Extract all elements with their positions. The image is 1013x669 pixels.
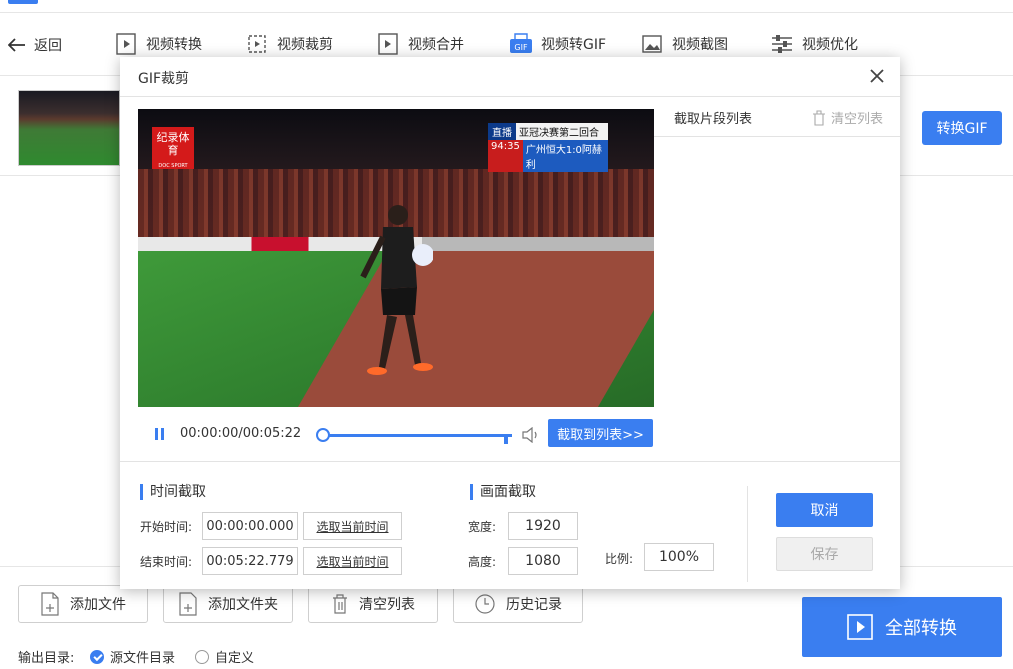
radio-source-dir[interactable]: 源文件目录 xyxy=(90,647,175,666)
pick-end-time-button[interactable]: 选取当前时间 xyxy=(303,547,402,575)
tab-label: 视频转GIF xyxy=(541,37,607,53)
end-time-field[interactable]: 00:05:22.779 xyxy=(202,547,298,575)
convert-all-label: 全部转换 xyxy=(885,618,957,638)
save-button[interactable]: 保存 xyxy=(776,537,873,571)
range-end-handle[interactable] xyxy=(504,434,508,444)
playhead-knob[interactable] xyxy=(316,428,330,442)
tab-label: 视频合并 xyxy=(408,37,464,53)
tab-label: 视频截图 xyxy=(672,37,728,53)
segment-list-header: 截取片段列表 清空列表 xyxy=(654,97,900,137)
tab-video-screenshot[interactable]: 视频截图 xyxy=(640,31,728,57)
close-icon[interactable] xyxy=(868,67,886,85)
dialog-header: GIF裁剪 xyxy=(120,57,900,97)
frame-section-title: 画面截取 xyxy=(470,484,536,500)
add-file-icon xyxy=(41,592,59,616)
dialog-title: GIF裁剪 xyxy=(138,71,190,87)
tab-video-optimize[interactable]: 视频优化 xyxy=(770,31,858,57)
screenshot-icon xyxy=(642,35,662,53)
output-dir-label: 输出目录: xyxy=(18,651,75,666)
clip-to-list-button[interactable]: 截取到列表>> xyxy=(548,419,653,447)
radio-custom-dir[interactable]: 自定义 xyxy=(195,647,254,666)
cancel-button[interactable]: 取消 xyxy=(776,493,873,527)
width-field[interactable]: 1920 xyxy=(508,512,578,540)
tab-video-convert[interactable]: 视频转换 xyxy=(114,31,202,57)
window-accent xyxy=(8,0,38,4)
video-crop-icon xyxy=(248,35,266,53)
height-label: 高度: xyxy=(468,555,497,569)
convert-gif-button[interactable]: 转换GIF xyxy=(922,111,1002,145)
player-figure xyxy=(360,205,433,375)
score-overlay: 直播 亚冠决赛第二回合 94:35 广州恒大1:0阿赫利 xyxy=(488,123,608,172)
height-field[interactable]: 1080 xyxy=(508,547,578,575)
timecode: 00:00:00/00:05:22 xyxy=(180,426,302,441)
add-file-button[interactable]: 添加文件 xyxy=(18,585,148,623)
pause-icon[interactable] xyxy=(154,428,166,440)
ratio-field[interactable]: 100% xyxy=(644,543,714,571)
add-file-label: 添加文件 xyxy=(70,597,126,613)
clear-segments-label: 清空列表 xyxy=(831,112,884,127)
gif-icon: GIF xyxy=(510,33,532,53)
channel-logo: 纪录体育 DOC SPORT xyxy=(152,127,194,169)
end-time-label: 结束时间: xyxy=(140,555,193,569)
history-label: 历史记录 xyxy=(506,597,562,613)
trash-icon xyxy=(333,594,347,614)
tab-label: 视频优化 xyxy=(802,37,858,53)
video-merge-icon xyxy=(378,33,398,55)
tab-video-to-gif[interactable]: GIF 视频转GIF xyxy=(509,31,606,57)
time-section-title: 时间截取 xyxy=(140,484,206,500)
add-folder-label: 添加文件夹 xyxy=(208,597,278,613)
radio-checked-icon xyxy=(90,649,104,664)
add-folder-icon xyxy=(179,592,197,616)
arrow-left-icon xyxy=(8,38,25,52)
start-time-field[interactable]: 00:00:00.000 xyxy=(202,512,298,540)
play-icon xyxy=(847,614,873,640)
timeline-slider[interactable] xyxy=(316,428,512,444)
volume-icon[interactable] xyxy=(522,427,540,443)
tab-video-merge[interactable]: 视频合并 xyxy=(376,31,464,57)
width-label: 宽度: xyxy=(468,520,497,534)
radio-label: 自定义 xyxy=(215,651,255,666)
ratio-label: 比例: xyxy=(605,552,634,566)
segment-list-title: 截取片段列表 xyxy=(674,112,753,127)
tab-label: 视频裁剪 xyxy=(277,37,333,53)
optimize-icon xyxy=(772,35,792,53)
tab-label: 视频转换 xyxy=(146,37,202,53)
clear-list-label: 清空列表 xyxy=(359,597,415,613)
clear-list-button[interactable]: 清空列表 xyxy=(308,585,438,623)
history-button[interactable]: 历史记录 xyxy=(453,585,583,623)
tab-video-crop[interactable]: 视频裁剪 xyxy=(245,31,333,57)
clock-icon xyxy=(475,594,495,614)
video-convert-icon xyxy=(116,33,136,55)
radio-unchecked-icon xyxy=(195,649,209,664)
back-button[interactable]: 返回 xyxy=(8,35,62,55)
video-preview[interactable]: 纪录体育 DOC SPORT 直播 亚冠决赛第二回合 94:35 广州恒大1:0… xyxy=(138,109,654,407)
radio-label: 源文件目录 xyxy=(110,651,176,666)
divider xyxy=(747,486,748,582)
pick-start-time-button[interactable]: 选取当前时间 xyxy=(303,512,402,540)
add-folder-button[interactable]: 添加文件夹 xyxy=(163,585,293,623)
clear-segments-button[interactable]: 清空列表 xyxy=(812,108,883,127)
back-label: 返回 xyxy=(34,38,62,54)
svg-text:GIF: GIF xyxy=(514,43,528,52)
settings-panel: 时间截取 开始时间: 00:00:00.000 选取当前时间 结束时间: 00:… xyxy=(120,461,900,589)
trash-icon xyxy=(813,109,825,126)
start-time-label: 开始时间: xyxy=(140,520,193,534)
video-thumbnail xyxy=(18,90,120,166)
convert-all-button[interactable]: 全部转换 xyxy=(802,597,1002,657)
gif-crop-dialog: GIF裁剪 纪录体育 DOC SPORT 直播 亚冠决赛第二回合 94:35 广… xyxy=(120,57,900,589)
